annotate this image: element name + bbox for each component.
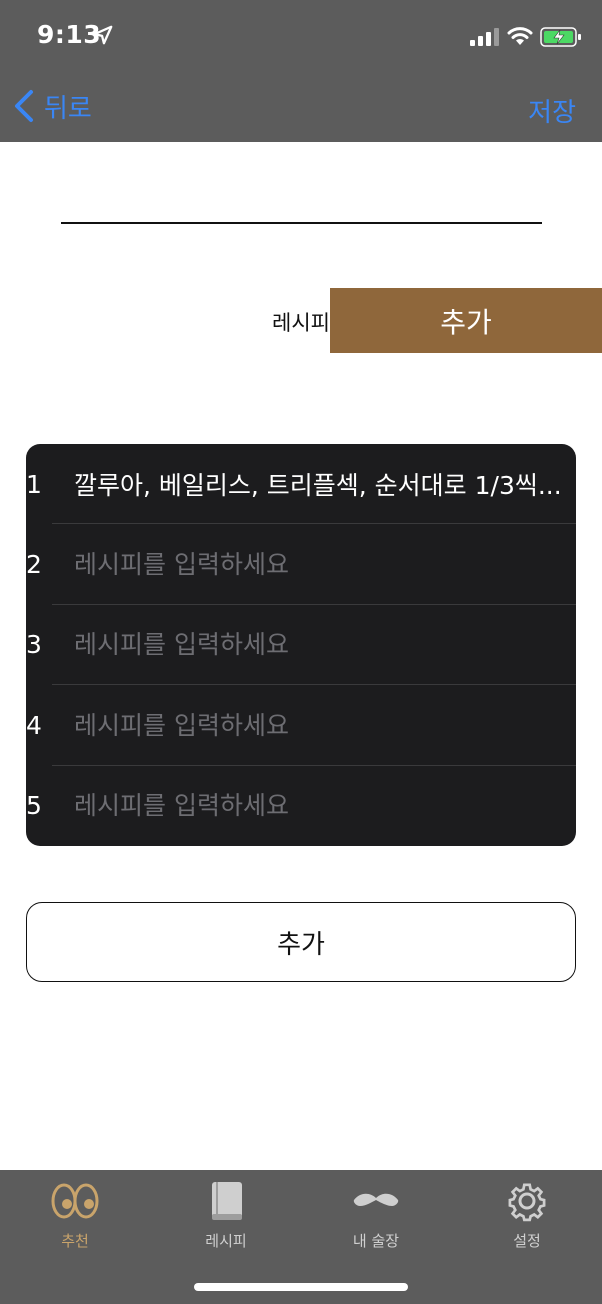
add-row-button[interactable]: 추가 — [26, 902, 576, 982]
title-input-underline[interactable] — [61, 222, 542, 224]
add-recipe-button[interactable]: 추가 — [330, 288, 602, 353]
status-bar: 9:13 — [0, 0, 602, 70]
tab-label: 설정 — [513, 1232, 541, 1250]
recipe-input[interactable] — [74, 685, 562, 766]
back-button[interactable]: 뒤로 — [12, 84, 92, 128]
wifi-icon — [507, 27, 533, 45]
row-number: 5 — [26, 791, 42, 821]
tab-label: 추천 — [61, 1232, 89, 1250]
row-number: 4 — [26, 710, 42, 740]
recipe-input[interactable] — [74, 444, 562, 525]
tab-label: 내 술장 — [352, 1232, 400, 1250]
gear-icon — [508, 1183, 546, 1222]
tab-settings[interactable]: 설정 — [452, 1170, 602, 1270]
recipe-row: 4 — [26, 685, 576, 766]
navigation-bar: 뒤로 저장 — [0, 70, 602, 142]
recipe-row: 2 — [26, 524, 576, 605]
recipe-row: 1 — [26, 444, 576, 525]
tab-label: 레시피 — [205, 1232, 247, 1250]
save-button[interactable]: 저장 — [528, 92, 576, 129]
recipe-input[interactable] — [74, 765, 562, 846]
row-number: 3 — [26, 630, 42, 660]
cellular-signal-icon — [470, 28, 499, 46]
recipe-input[interactable] — [74, 524, 562, 605]
tab-my-bar[interactable]: 내 술장 — [301, 1170, 451, 1270]
tab-recommend[interactable]: 추천 — [0, 1170, 150, 1270]
row-number: 2 — [26, 550, 42, 580]
back-label: 뒤로 — [44, 93, 92, 124]
recipe-row: 5 — [26, 765, 576, 846]
battery-charging-icon — [540, 27, 581, 47]
book-icon — [212, 1182, 242, 1220]
chevron-left-icon — [15, 90, 33, 122]
tab-recipes[interactable]: 레시피 — [151, 1170, 301, 1270]
row-number: 1 — [26, 469, 42, 499]
eyes-icon — [51, 1183, 99, 1219]
location-arrow-icon — [93, 25, 113, 45]
recipe-label: 레시피 — [272, 311, 330, 335]
home-indicator[interactable] — [194, 1283, 408, 1291]
mustache-icon — [353, 1193, 399, 1206]
recipe-list: 1 2 3 4 5 — [26, 444, 576, 846]
recipe-row: 3 — [26, 604, 576, 686]
recipe-input[interactable] — [74, 604, 562, 686]
